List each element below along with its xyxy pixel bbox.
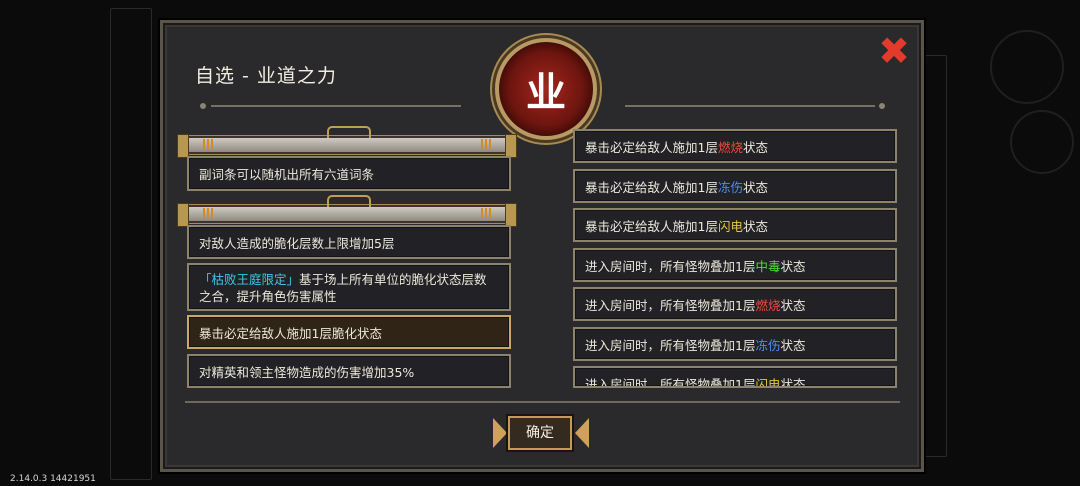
affix-text: 进入房间时，所有怪物叠加1层: [585, 377, 756, 388]
ornament-dot: [200, 103, 206, 109]
confirm-button[interactable]: 确定: [508, 416, 572, 450]
close-button[interactable]: ✖: [878, 32, 910, 70]
affix-text: 状态: [780, 298, 806, 313]
karma-emblem-icon: 业: [495, 38, 597, 140]
status-keyword: 燃烧: [717, 140, 743, 155]
affix-text: 暴击必定给敌人施加1层: [585, 180, 718, 195]
dialog-title: 自选 - 业道之力: [195, 65, 337, 87]
background-panel-left: [110, 8, 152, 480]
affix-text: 进入房间时，所有怪物叠加1层: [585, 259, 756, 274]
status-keyword: 中毒: [755, 259, 781, 274]
background-panel-right: [925, 55, 947, 457]
affix-text: 暴击必定给敌人施加1层: [585, 140, 718, 155]
background-gear: [990, 30, 1064, 104]
affix-text: 状态: [742, 219, 768, 234]
title-divider-left: [211, 105, 461, 107]
status-keyword: 闪电: [717, 219, 743, 234]
status-keyword: 燃烧: [755, 298, 781, 313]
emblem-glyph: 业: [526, 69, 566, 116]
affix-option[interactable]: 进入房间时，所有怪物叠加1层中毒状态: [573, 248, 897, 282]
scroll-divider: [177, 195, 517, 227]
affix-text: 暴击必定给敌人施加1层: [585, 219, 718, 234]
affix-text: 状态: [780, 377, 806, 388]
status-keyword: 「枯败王庭限定」: [199, 272, 300, 287]
affix-text: 状态: [742, 180, 768, 195]
affix-option[interactable]: 进入房间时，所有怪物叠加1层冻伤状态: [573, 327, 897, 361]
affix-option[interactable]: 进入房间时，所有怪物叠加1层燃烧状态: [573, 287, 897, 321]
affix-option[interactable]: 暴击必定给敌人施加1层闪电状态: [573, 208, 897, 242]
affix-text: 进入房间时，所有怪物叠加1层: [585, 298, 756, 313]
background-gear: [1010, 110, 1074, 174]
status-keyword: 闪电: [755, 377, 781, 388]
arrow-right-icon: [575, 418, 589, 448]
talent-selection-dialog: 自选 - 业道之力 ✖ 业 副词条可以随机出所有六道词条 对敌人造成的脆化层数上…: [160, 20, 924, 472]
bottom-divider: [185, 401, 900, 403]
affix-text: 暴击必定给敌人施加1层脆化状态: [199, 326, 382, 341]
affix-text: 副词条可以随机出所有六道词条: [199, 167, 375, 182]
affix-text: 状态: [742, 140, 768, 155]
arrow-left-icon: [493, 418, 507, 448]
status-keyword: 冻伤: [755, 338, 781, 353]
affix-option[interactable]: 对精英和领主怪物造成的伤害增加35%: [187, 354, 511, 388]
title-divider-right: [625, 105, 875, 107]
affix-text: 对精英和领主怪物造成的伤害增加35%: [199, 365, 415, 380]
version-label: 2.14.0.3 14421951: [10, 474, 96, 484]
affix-text: 状态: [780, 338, 806, 353]
scroll-divider: [177, 126, 517, 158]
affix-option[interactable]: 暴击必定给敌人施加1层脆化状态: [187, 315, 511, 349]
affix-option[interactable]: 副词条可以随机出所有六道词条: [187, 156, 511, 191]
affix-option[interactable]: 「枯败王庭限定」基于场上所有单位的脆化状态层数之合，提升角色伤害属性: [187, 263, 511, 311]
ornament-dot: [879, 103, 885, 109]
affix-text: 状态: [780, 259, 806, 274]
affix-option[interactable]: 暴击必定给敌人施加1层燃烧状态: [573, 129, 897, 163]
status-keyword: 冻伤: [717, 180, 743, 195]
affix-option[interactable]: 进入房间时，所有怪物叠加1层闪电状态: [573, 366, 897, 388]
affix-option[interactable]: 对敌人造成的脆化层数上限增加5层: [187, 225, 511, 259]
affix-text: 对敌人造成的脆化层数上限增加5层: [199, 236, 395, 251]
affix-option[interactable]: 暴击必定给敌人施加1层冻伤状态: [573, 169, 897, 203]
affix-text: 进入房间时，所有怪物叠加1层: [585, 338, 756, 353]
